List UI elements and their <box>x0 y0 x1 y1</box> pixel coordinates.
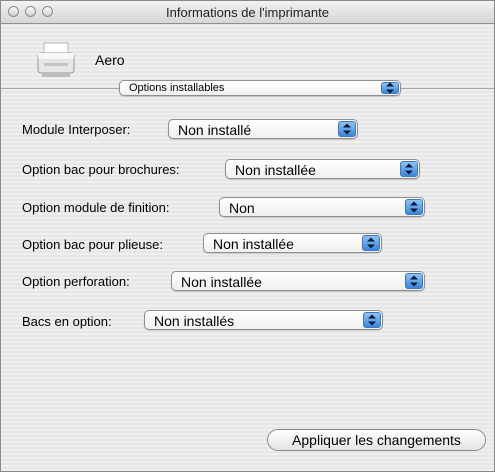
printer-info-window: Informations de l'imprimante Aero Option… <box>0 0 495 472</box>
option-label-bacs-option: Bacs en option: <box>22 314 112 329</box>
popup-arrows-icon <box>362 235 380 251</box>
bacs-option-select[interactable]: Non installés <box>144 310 383 330</box>
perforation-value: Non installée <box>181 274 262 290</box>
printer-name: Aero <box>95 52 125 68</box>
popup-arrows-icon <box>405 273 423 289</box>
option-label-perforation: Option perforation: <box>22 274 130 289</box>
popup-arrows-icon <box>338 121 356 137</box>
popup-arrows-icon <box>381 82 399 94</box>
bac-plieuse-value: Non installée <box>213 236 294 252</box>
option-label-bac-brochures: Option bac pour brochures: <box>22 162 180 177</box>
bac-brochures-select[interactable]: Non installée <box>225 159 420 179</box>
apply-changes-button[interactable]: Appliquer les changements <box>267 429 486 451</box>
bac-brochures-value: Non installée <box>235 162 316 178</box>
bacs-option-value: Non installés <box>154 313 235 329</box>
module-finition-value: Non <box>229 200 255 216</box>
perforation-select[interactable]: Non installée <box>171 271 425 291</box>
option-label-module-interposer: Module Interposer: <box>22 122 131 137</box>
popup-arrows-icon <box>400 161 418 177</box>
section-selector-value: Options installables <box>129 82 225 94</box>
window-title: Informations de l'imprimante <box>166 5 329 20</box>
printer-icon <box>37 42 75 77</box>
bac-plieuse-select[interactable]: Non installée <box>203 233 382 253</box>
module-interposer-select[interactable]: Non installé <box>168 119 358 139</box>
option-label-bac-plieuse: Option bac pour plieuse: <box>22 237 163 252</box>
module-finition-select[interactable]: Non <box>219 197 425 217</box>
popup-arrows-icon <box>363 312 381 328</box>
popup-arrows-icon <box>405 199 423 215</box>
module-interposer-value: Non installé <box>178 122 252 138</box>
section-selector[interactable]: Options installables <box>119 80 401 96</box>
option-label-module-finition: Option module de finition: <box>22 200 170 215</box>
title-bar[interactable]: Informations de l'imprimante <box>1 1 494 24</box>
